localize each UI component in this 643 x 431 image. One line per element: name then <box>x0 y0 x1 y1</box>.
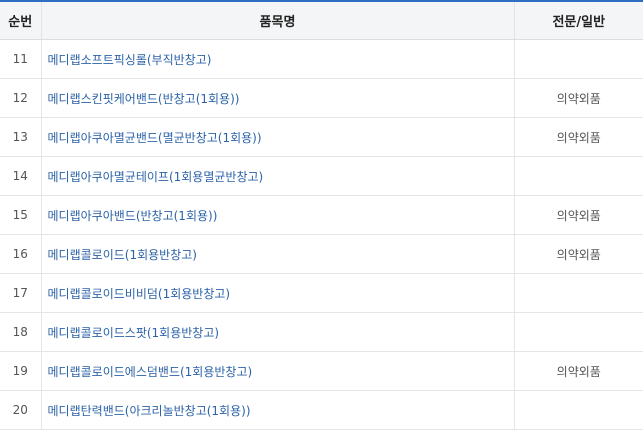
product-name-link[interactable]: 메디랩아쿠아멸균밴드(멸균반창고(1회용)) <box>48 131 262 145</box>
table-row: 15 메디랩아쿠아밴드(반창고(1회용)) 의약외품 <box>0 195 643 235</box>
category-cell <box>513 39 643 79</box>
product-name-link[interactable]: 메디랩아쿠아밴드(반창고(1회용)) <box>48 209 218 223</box>
product-name-cell: 메디랩소프트픽싱롤(부직반창고) <box>40 39 514 79</box>
category-cell: 의약외품 <box>513 117 643 157</box>
category-cell <box>513 273 643 313</box>
table-header: 순번 품목명 전문/일반 <box>0 2 643 40</box>
header-product-name: 품목명 <box>40 2 514 40</box>
category-cell: 의약외품 <box>513 78 643 118</box>
category-cell <box>513 390 643 430</box>
product-name-cell: 메디랩콜로이드스팟(1회용반창고) <box>40 312 514 352</box>
table-row: 18 메디랩콜로이드스팟(1회용반창고) <box>0 312 643 352</box>
product-list-panel: 순번 품목명 전문/일반 11 메디랩소프트픽싱롤(부직반창고) 12 메디랩스… <box>0 0 643 431</box>
row-number: 18 <box>0 312 41 352</box>
product-name-link[interactable]: 메디랩소프트픽싱롤(부직반창고) <box>48 53 212 67</box>
product-name-cell: 메디랩아쿠아멸균밴드(멸균반창고(1회용)) <box>40 117 514 157</box>
header-category: 전문/일반 <box>513 2 643 40</box>
table-row: 20 메디랩탄력밴드(아크리놀반창고(1회용)) <box>0 390 643 430</box>
product-name-cell: 메디랩콜로이드(1회용반창고) <box>40 234 514 274</box>
category-cell: 의약외품 <box>513 351 643 391</box>
table-row: 11 메디랩소프트픽싱롤(부직반창고) <box>0 39 643 79</box>
row-number: 14 <box>0 156 41 196</box>
row-number: 17 <box>0 273 41 313</box>
table-body: 11 메디랩소프트픽싱롤(부직반창고) 12 메디랩스킨핏케어밴드(반창고(1회… <box>0 39 643 430</box>
table-row: 14 메디랩아쿠아멸균테이프(1회용멸균반창고) <box>0 156 643 196</box>
product-name-link[interactable]: 메디랩콜로이드스팟(1회용반창고) <box>48 326 220 340</box>
product-name-link[interactable]: 메디랩아쿠아멸균테이프(1회용멸균반창고) <box>48 170 264 184</box>
product-name-link[interactable]: 메디랩콜로이드비비덤(1회용반창고) <box>48 287 231 301</box>
product-name-cell: 메디랩아쿠아멸균테이프(1회용멸균반창고) <box>40 156 514 196</box>
table-row: 19 메디랩콜로이드에스덤밴드(1회용반창고) 의약외품 <box>0 351 643 391</box>
table-row: 13 메디랩아쿠아멸균밴드(멸균반창고(1회용)) 의약외품 <box>0 117 643 157</box>
product-name-cell: 메디랩콜로이드비비덤(1회용반창고) <box>40 273 514 313</box>
row-number: 20 <box>0 390 41 430</box>
row-number: 11 <box>0 39 41 79</box>
category-cell <box>513 156 643 196</box>
row-number: 16 <box>0 234 41 274</box>
category-cell: 의약외품 <box>513 234 643 274</box>
product-name-cell: 메디랩스킨핏케어밴드(반창고(1회용)) <box>40 78 514 118</box>
product-table: 순번 품목명 전문/일반 11 메디랩소프트픽싱롤(부직반창고) 12 메디랩스… <box>0 2 643 430</box>
row-number: 12 <box>0 78 41 118</box>
row-number: 15 <box>0 195 41 235</box>
product-name-link[interactable]: 메디랩탄력밴드(아크리놀반창고(1회용)) <box>48 404 251 418</box>
table-row: 16 메디랩콜로이드(1회용반창고) 의약외품 <box>0 234 643 274</box>
product-name-link[interactable]: 메디랩콜로이드(1회용반창고) <box>48 248 197 262</box>
product-name-cell: 메디랩콜로이드에스덤밴드(1회용반창고) <box>40 351 514 391</box>
row-number: 13 <box>0 117 41 157</box>
row-number: 19 <box>0 351 41 391</box>
category-cell: 의약외품 <box>513 195 643 235</box>
category-cell <box>513 312 643 352</box>
header-number: 순번 <box>0 2 41 40</box>
product-name-link[interactable]: 메디랩스킨핏케어밴드(반창고(1회용)) <box>48 92 240 106</box>
header-row: 순번 품목명 전문/일반 <box>0 2 643 40</box>
table-row: 17 메디랩콜로이드비비덤(1회용반창고) <box>0 273 643 313</box>
table-row: 12 메디랩스킨핏케어밴드(반창고(1회용)) 의약외품 <box>0 78 643 118</box>
product-name-cell: 메디랩탄력밴드(아크리놀반창고(1회용)) <box>40 390 514 430</box>
product-name-link[interactable]: 메디랩콜로이드에스덤밴드(1회용반창고) <box>48 365 253 379</box>
product-name-cell: 메디랩아쿠아밴드(반창고(1회용)) <box>40 195 514 235</box>
